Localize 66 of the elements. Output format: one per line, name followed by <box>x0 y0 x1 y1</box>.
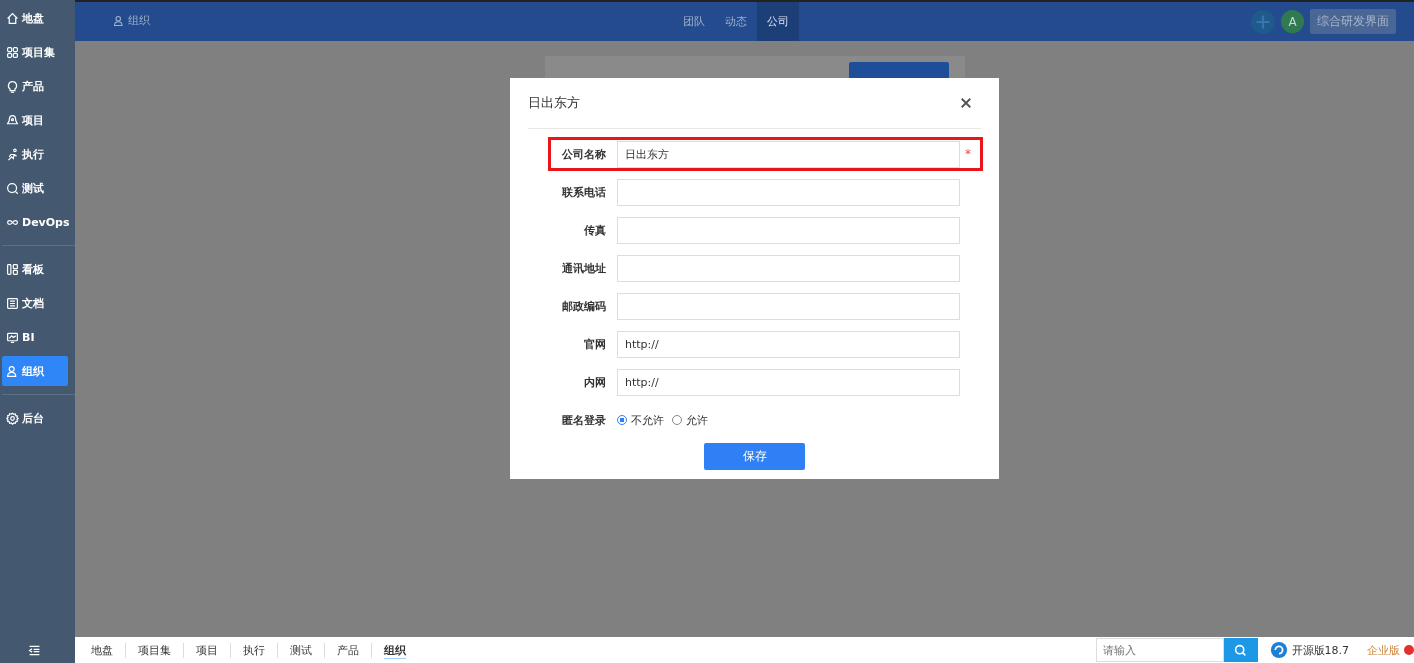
radio-option[interactable]: 不允许 <box>617 412 664 428</box>
swirl-logo-icon <box>1269 641 1288 659</box>
document-icon <box>6 296 19 310</box>
alert-icon <box>1404 645 1414 655</box>
lightbulb-icon <box>6 79 19 93</box>
field-label: 邮政编码 <box>561 298 606 314</box>
input-field[interactable] <box>617 216 960 244</box>
required-mark: * <box>965 147 971 161</box>
sidebar-item[interactable]: 测试 <box>2 173 68 203</box>
field-label: 联系电话 <box>561 184 606 200</box>
search-field[interactable]: 请输入 <box>1095 638 1224 662</box>
field-label: 官网 <box>583 336 606 352</box>
radio-option[interactable]: 允许 <box>672 412 708 428</box>
input-field[interactable]: http:// <box>617 368 960 396</box>
field-label: 公司名称 <box>561 146 606 162</box>
sidebar-item[interactable]: 项目 <box>2 105 68 135</box>
sidebar-item[interactable]: 产品 <box>2 71 68 101</box>
field-label: 传真 <box>583 222 606 238</box>
nav-tab[interactable]: 公司 <box>757 2 799 41</box>
nav-tab[interactable]: 动态 <box>715 2 757 41</box>
runner-icon <box>6 147 19 161</box>
input-field[interactable] <box>617 254 960 282</box>
home-icon <box>6 11 19 25</box>
dialog-title: 日出东方 <box>528 94 580 112</box>
search-icon <box>6 181 19 195</box>
input-field[interactable]: 日出东方 <box>617 140 960 168</box>
sidebar-item[interactable]: BI <box>2 322 68 352</box>
app-tab[interactable]: 地盘 <box>79 642 126 658</box>
sidebar-item[interactable]: 执行 <box>2 139 68 169</box>
app-tab[interactable]: 组织 <box>372 642 418 658</box>
sidebar-item[interactable]: 看板 <box>2 254 68 284</box>
version-label: 开源版18.7 <box>1291 642 1349 658</box>
user-icon <box>6 364 19 378</box>
sidebar-item[interactable]: 文档 <box>2 288 68 318</box>
search-icon <box>1234 643 1247 657</box>
sidebar-item[interactable]: DevOps <box>2 207 68 237</box>
section-link[interactable]: 组织 <box>113 13 150 29</box>
input-field[interactable] <box>617 292 960 320</box>
field-label: 内网 <box>583 374 606 390</box>
sidebar-item[interactable]: 后台 <box>2 403 68 433</box>
sidebar-item[interactable]: 地盘 <box>2 3 68 33</box>
collapse-menu-icon[interactable] <box>28 644 41 657</box>
grid-icon <box>6 45 19 59</box>
app-tab[interactable]: 测试 <box>278 642 325 658</box>
board-icon <box>6 262 19 276</box>
app-tab[interactable]: 项目 <box>184 642 231 658</box>
field-label: 通讯地址 <box>561 260 606 276</box>
user-avatar[interactable]: A <box>1281 10 1304 33</box>
add-icon[interactable] <box>1251 9 1275 34</box>
user-icon <box>113 14 125 27</box>
monitor-icon <box>6 330 19 344</box>
close-icon[interactable] <box>960 97 972 109</box>
input-field[interactable] <box>617 178 960 206</box>
save-button[interactable]: 保存 <box>704 443 805 470</box>
settings-icon <box>6 411 19 425</box>
sidebar-item[interactable]: 项目集 <box>2 37 68 67</box>
app-tab[interactable]: 项目集 <box>126 642 184 658</box>
bell-icon <box>6 113 19 127</box>
section-title: 组织 <box>128 13 150 29</box>
input-field[interactable]: http:// <box>617 330 960 358</box>
search-button[interactable] <box>1223 638 1258 662</box>
nav-tab[interactable]: 团队 <box>673 2 715 41</box>
field-label: 匿名登录 <box>561 412 606 428</box>
app-tab[interactable]: 执行 <box>231 642 278 658</box>
app-tab[interactable]: 产品 <box>325 642 372 658</box>
sidebar-item[interactable]: 组织 <box>2 356 68 386</box>
